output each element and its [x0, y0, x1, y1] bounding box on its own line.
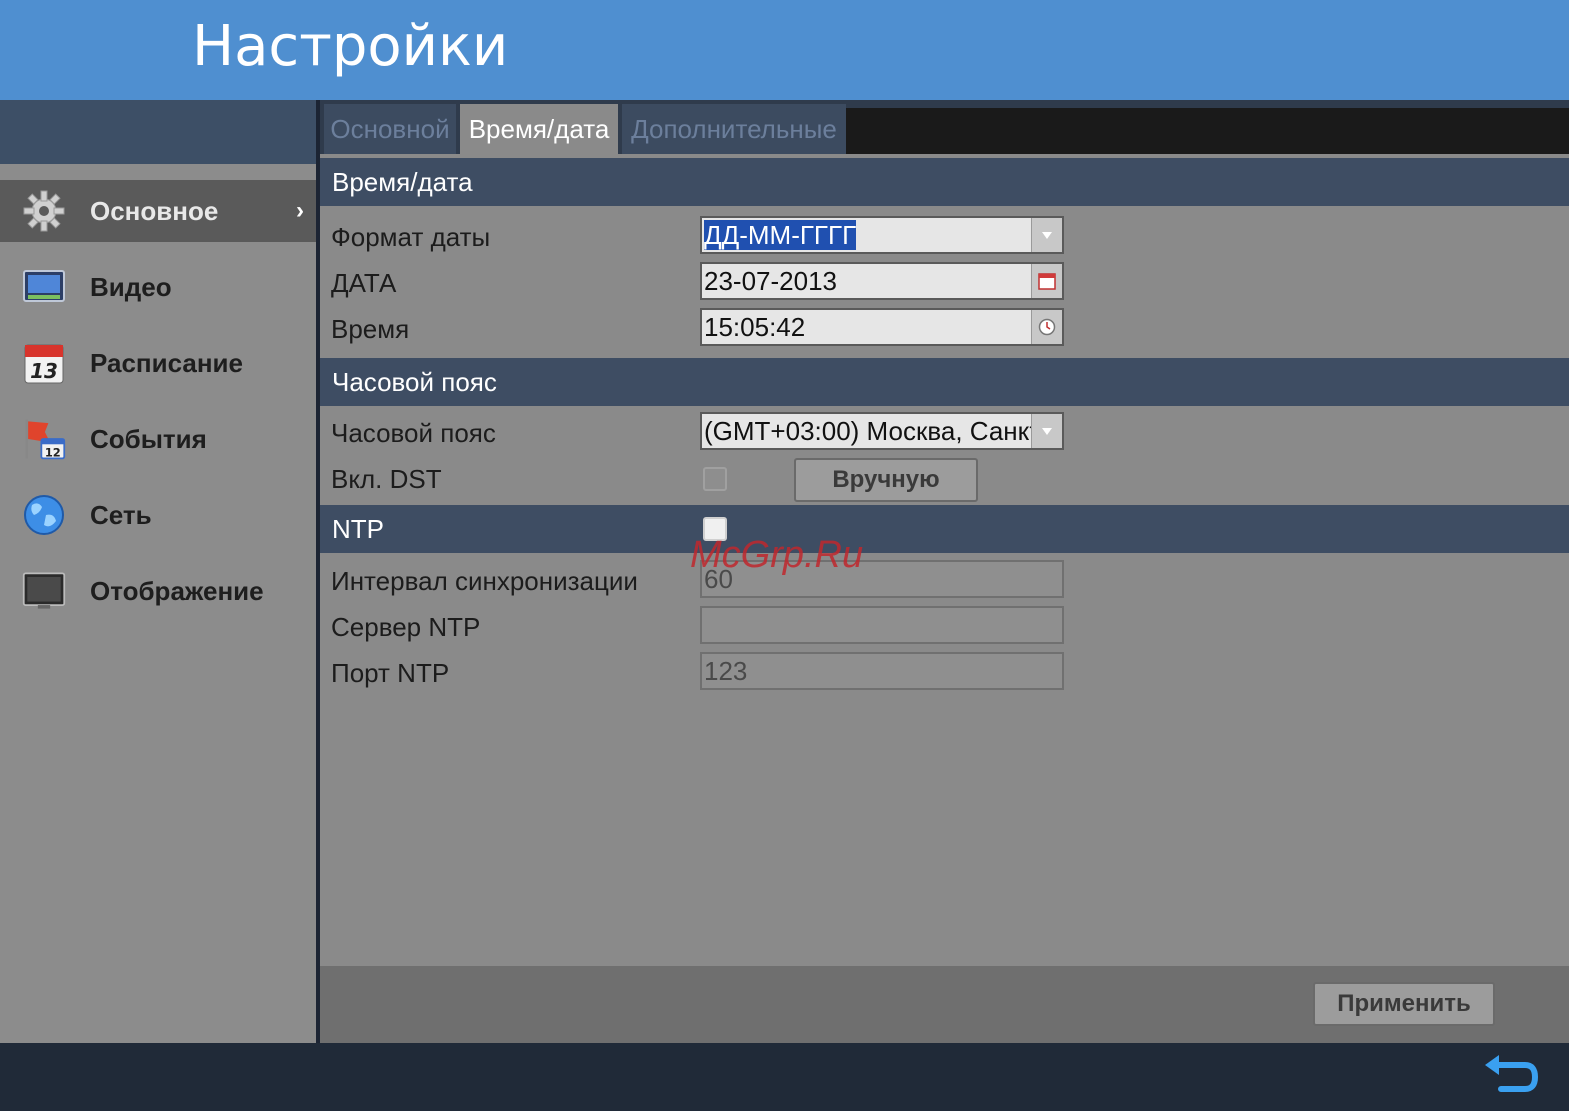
calendar-icon: 13: [22, 341, 66, 385]
clock-icon[interactable]: [1031, 310, 1062, 344]
monitor-icon: [22, 569, 66, 613]
section-datetime-header: Время/дата: [320, 158, 1569, 206]
date-value: 23-07-2013: [704, 266, 837, 296]
gear-icon: [22, 189, 66, 233]
tab-general[interactable]: Основной: [324, 104, 456, 154]
sidebar-item-network[interactable]: Сеть: [0, 484, 316, 546]
section-title: Часовой пояс: [332, 367, 497, 397]
sidebar-item-general[interactable]: Основное ›: [0, 180, 316, 242]
sidebar: Основное › Видео 13 Расписание 12 Событи…: [0, 100, 316, 1043]
back-icon[interactable]: [1481, 1051, 1541, 1106]
ntp-port-field[interactable]: 123: [700, 652, 1064, 690]
date-format-value: ДД-ММ-ГГГГ: [704, 220, 857, 250]
sidebar-item-schedule[interactable]: 13 Расписание: [0, 332, 316, 394]
svg-text:12: 12: [45, 446, 61, 460]
sidebar-item-label: Расписание: [90, 347, 243, 378]
footer-bar: [0, 1043, 1569, 1111]
calendar-picker-icon[interactable]: [1031, 264, 1062, 298]
svg-text:13: 13: [30, 359, 58, 383]
tab-datetime[interactable]: Время/дата: [460, 104, 618, 154]
title-bar: Настройки: [0, 0, 1569, 100]
sidebar-item-label: Сеть: [90, 499, 152, 530]
chevron-down-icon[interactable]: [1031, 218, 1062, 252]
globe-icon: [22, 493, 66, 537]
sidebar-item-label: Основное: [90, 195, 219, 226]
chevron-down-icon[interactable]: [1031, 414, 1062, 448]
sidebar-item-label: Отображение: [90, 575, 264, 606]
watermark: McGrp.Ru: [690, 534, 864, 576]
apply-button[interactable]: Применить: [1313, 982, 1495, 1026]
video-icon: [22, 265, 66, 309]
time-value: 15:05:42: [704, 312, 806, 342]
dst-checkbox[interactable]: [703, 467, 727, 491]
page-title: Настройки: [192, 14, 509, 79]
sidebar-top-band: [0, 100, 316, 164]
date-field[interactable]: 23-07-2013: [700, 262, 1064, 300]
section-title: NTP: [332, 514, 384, 544]
sidebar-item-video[interactable]: Видео: [0, 256, 316, 318]
timezone-label: Часовой пояс: [331, 418, 496, 448]
sync-interval-label: Интервал синхронизации: [331, 566, 638, 596]
timezone-select[interactable]: (GMT+03:00) Москва, Санкт-Петербург: [700, 412, 1064, 450]
tab-bar-fill: [846, 108, 1569, 154]
dst-label: Вкл. DST: [331, 464, 442, 494]
manual-button[interactable]: Вручную: [794, 458, 978, 502]
sidebar-item-display[interactable]: Отображение: [0, 560, 316, 622]
section-title: Время/дата: [332, 167, 473, 197]
section-ntp-header: NTP: [320, 505, 1569, 553]
ntp-port-label: Порт NTP: [331, 658, 450, 688]
date-label: ДАТА: [331, 268, 397, 298]
section-timezone-header: Часовой пояс: [320, 358, 1569, 406]
sidebar-item-label: Видео: [90, 271, 172, 302]
time-field[interactable]: 15:05:42: [700, 308, 1064, 346]
sidebar-item-label: События: [90, 423, 207, 454]
date-format-select[interactable]: ДД-ММ-ГГГГ: [700, 216, 1064, 254]
sidebar-item-events[interactable]: 12 События: [0, 408, 316, 470]
events-flag-icon: 12: [22, 417, 66, 461]
chevron-right-icon: ›: [296, 197, 304, 224]
time-label: Время: [331, 314, 410, 344]
ntp-server-field[interactable]: [700, 606, 1064, 644]
ntp-server-label: Сервер NTP: [331, 612, 481, 642]
date-format-label: Формат даты: [331, 222, 491, 252]
timezone-value: (GMT+03:00) Москва, Санкт-Петербург: [704, 416, 1064, 446]
tab-advanced[interactable]: Дополнительные: [622, 104, 846, 154]
